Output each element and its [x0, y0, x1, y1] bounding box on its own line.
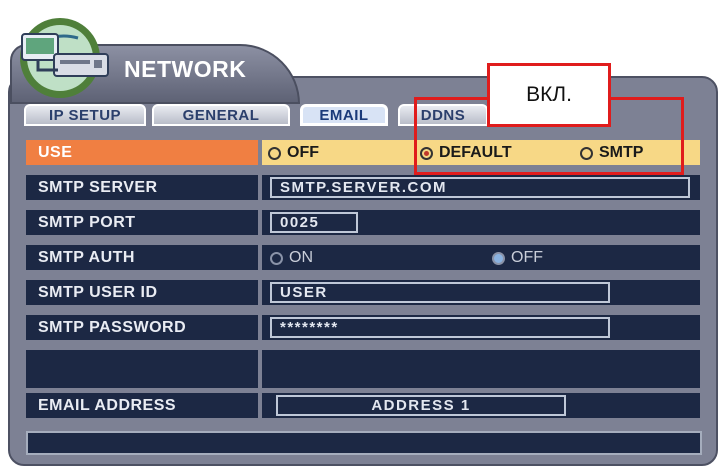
empty-label — [26, 350, 258, 390]
tab-ip-setup[interactable]: IP SETUP — [24, 104, 146, 126]
row-smtp-port: SMTP PORT 0025 — [26, 210, 700, 237]
row-smtp-password: SMTP PASSWORD ******** — [26, 315, 700, 342]
auth-on-label: ON — [289, 249, 313, 266]
auth-off-radio[interactable]: OFF — [492, 249, 543, 267]
radio-off-icon — [270, 251, 283, 265]
row-email-address: EMAIL ADDRESS ADDRESS 1 — [26, 393, 700, 420]
smtp-server-field[interactable]: SMTP.SERVER.COM — [270, 177, 690, 198]
status-bar — [26, 431, 702, 455]
auth-off-label: OFF — [511, 249, 543, 266]
use-off-label: OFF — [287, 144, 319, 161]
tab-general[interactable]: GENERAL — [152, 104, 290, 126]
row-smtp-server: SMTP SERVER SMTP.SERVER.COM — [26, 175, 700, 202]
smtp-auth-label: SMTP AUTH — [26, 245, 258, 272]
smtp-user-id-field[interactable]: USER — [270, 282, 610, 303]
email-address-field[interactable]: ADDRESS 1 — [276, 395, 566, 416]
smtp-user-id-label: SMTP USER ID — [26, 280, 258, 307]
use-label: USE — [26, 140, 258, 167]
radio-off-icon — [268, 146, 281, 160]
window-title: NETWORK — [124, 56, 247, 82]
network-logo-icon — [20, 18, 109, 98]
smtp-port-label: SMTP PORT — [26, 210, 258, 237]
row-smtp-user-id: SMTP USER ID USER — [26, 280, 700, 307]
row-smtp-auth: SMTP AUTH ON OFF — [26, 245, 700, 272]
auth-on-radio[interactable]: ON — [270, 249, 313, 267]
use-off-radio[interactable]: OFF — [268, 144, 319, 162]
smtp-password-field[interactable]: ******** — [270, 317, 610, 338]
smtp-password-label: SMTP PASSWORD — [26, 315, 258, 342]
email-address-label: EMAIL ADDRESS — [26, 393, 258, 420]
annotation-callout: ВКЛ. — [487, 63, 611, 127]
tab-email[interactable]: EMAIL — [300, 104, 388, 126]
radio-selected-icon — [492, 251, 505, 265]
smtp-server-label: SMTP SERVER — [26, 175, 258, 202]
smtp-port-field[interactable]: 0025 — [270, 212, 358, 233]
row-empty — [26, 350, 700, 390]
empty-value — [262, 350, 700, 390]
